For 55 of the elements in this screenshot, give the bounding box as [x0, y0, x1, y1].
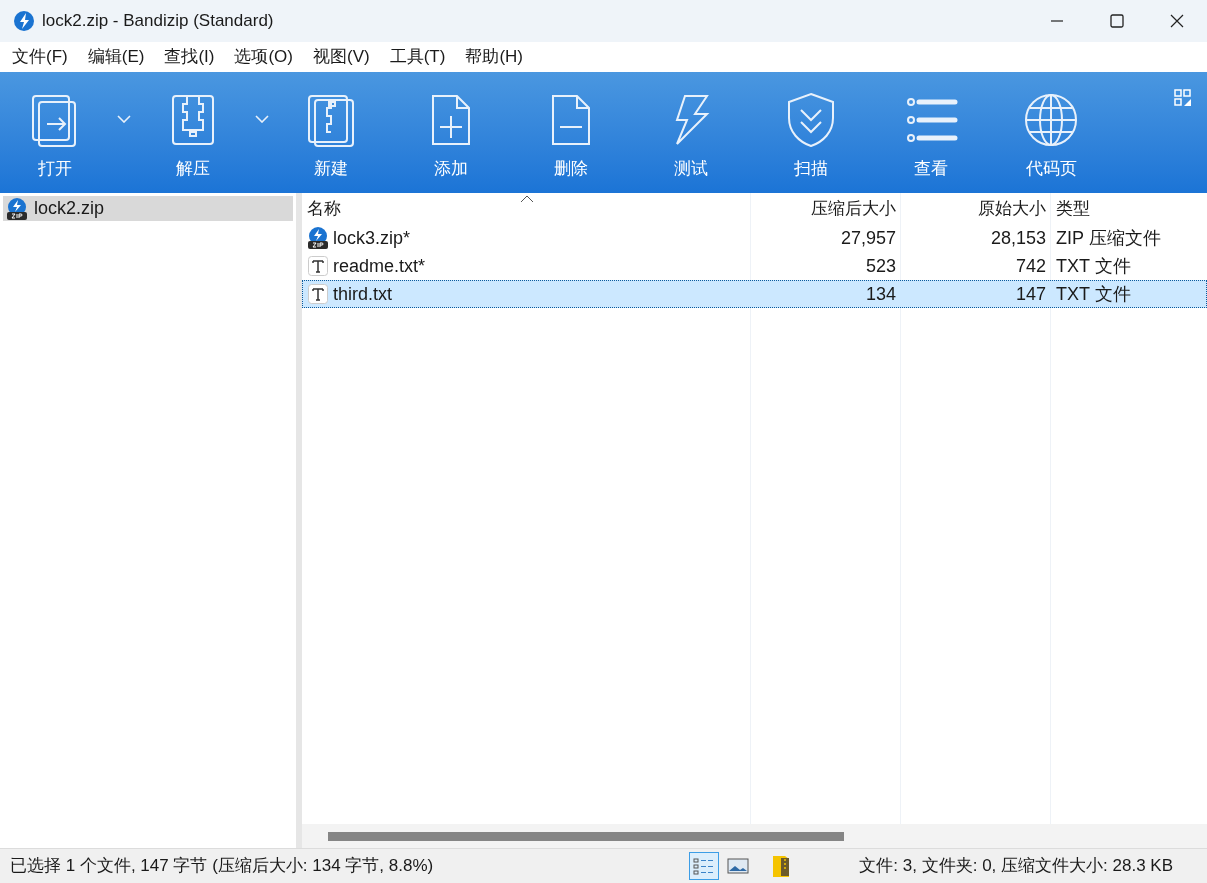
dropdown-caret-icon — [117, 115, 131, 123]
menu-item[interactable]: 选项(O) — [226, 44, 301, 70]
column-header[interactable]: 原始大小 — [901, 193, 1051, 224]
menu-item[interactable]: 帮助(H) — [457, 44, 531, 70]
zip-archive-icon — [307, 227, 329, 249]
table-cell-text: 523 — [865, 254, 896, 278]
column-header[interactable]: 类型 — [1051, 193, 1207, 224]
toolbar-button[interactable]: 删除 — [511, 72, 631, 193]
table-cell-text: TXT 文件 — [1056, 282, 1131, 306]
menu-item[interactable]: 查找(I) — [156, 44, 223, 70]
menu-item[interactable]: 文件(F) — [4, 44, 76, 70]
close-icon — [1170, 14, 1184, 28]
column-header[interactable]: 压缩后大小 — [751, 193, 901, 224]
table-cell-text: third.txt — [333, 282, 393, 306]
dropdown-caret-icon — [255, 115, 269, 123]
image-view-icon — [727, 857, 750, 875]
horizontal-scrollbar-thumb[interactable] — [328, 831, 844, 841]
menu-item[interactable]: 视图(V) — [305, 44, 378, 70]
globe-icon — [1023, 92, 1079, 148]
toolbar-button[interactable]: 解压 — [133, 72, 271, 193]
window-title: lock2.zip - Bandizip (Standard) — [42, 10, 274, 33]
table-cell-text: 147 — [1015, 282, 1046, 306]
details-view-icon — [693, 857, 716, 875]
file-row[interactable]: third.txt 134 147 TXT 文件 — [302, 280, 1207, 308]
tree-item[interactable]: lock2.zip — [3, 196, 293, 221]
file-row[interactable]: lock3.zip* 27,957 28,153 ZIP 压缩文件 — [302, 224, 1207, 252]
table-cell-text: TXT 文件 — [1056, 254, 1131, 278]
text-file-icon — [307, 255, 329, 277]
table-cell-text: 28,153 — [990, 226, 1046, 250]
menu-item[interactable]: 编辑(E) — [79, 44, 153, 70]
toolbar-button[interactable]: 测试 — [631, 72, 751, 193]
toolbar-button[interactable]: 代码页 — [991, 72, 1111, 193]
zip-archive-icon — [6, 197, 28, 220]
archive-summary: 文件: 3, 文件夹: 0, 压缩文件大小: 28.3 KB — [859, 855, 1173, 878]
table-cell-text: readme.txt* — [333, 254, 426, 278]
view-mode-button[interactable] — [689, 852, 720, 880]
toolbar-button[interactable]: 打开 — [0, 72, 133, 193]
toolbar-button[interactable]: 新建 — [271, 72, 391, 193]
table-cell-text: 134 — [865, 282, 896, 306]
menu-item[interactable]: 工具(T) — [381, 44, 454, 70]
app-logo-icon — [13, 10, 35, 32]
column-header[interactable]: 名称 — [302, 193, 751, 224]
layout-grid-icon[interactable] — [1173, 88, 1193, 108]
sort-ascending-icon — [519, 195, 534, 203]
table-cell-text: ZIP 压缩文件 — [1056, 226, 1161, 250]
toolbar-button[interactable]: 查看 — [871, 72, 991, 193]
toolbar-button[interactable]: 添加 — [391, 72, 511, 193]
toolbar-button[interactable]: 扫描 — [751, 72, 871, 193]
selection-status: 已选择 1 个文件, 147 字节 (压缩后大小: 134 字节, 8.8%) — [10, 855, 434, 878]
table-cell-text: 27,957 — [840, 226, 896, 250]
table-cell-text: lock3.zip* — [333, 226, 411, 250]
table-cell-text: 742 — [1015, 254, 1046, 278]
file-row[interactable]: readme.txt* 523 742 TXT 文件 — [302, 252, 1207, 280]
text-file-icon — [307, 283, 329, 305]
maximize-icon — [1110, 14, 1124, 28]
